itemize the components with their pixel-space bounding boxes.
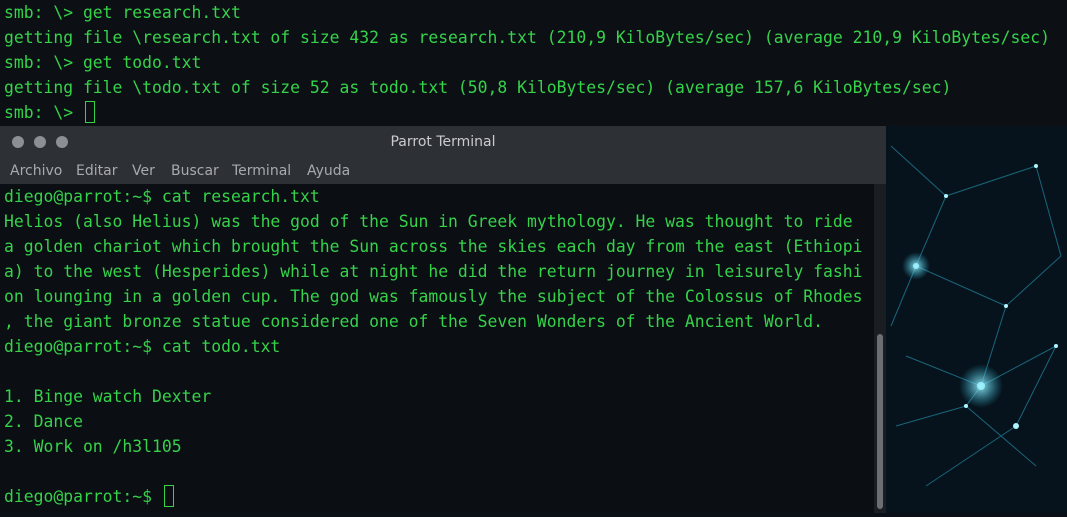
desktop-wallpaper — [886, 126, 1067, 513]
text-cursor — [163, 485, 174, 507]
terminal-line: diego@parrot:~$ cat research.txt — [4, 187, 320, 206]
terminal-line: 3. Work on /h3l105 — [4, 437, 182, 456]
terminal-line: a golden chariot which brought the Sun a… — [4, 237, 863, 256]
terminal-line: getting file \research.txt of size 432 a… — [4, 28, 1051, 47]
terminal-prompt-line: smb: \> — [4, 100, 95, 125]
menu-bar: Archivo Editar Ver Buscar Terminal Ayuda — [0, 158, 886, 184]
terminal-line: 1. Binge watch Dexter — [4, 387, 212, 406]
terminal-line: diego@parrot:~$ cat todo.txt — [4, 337, 281, 356]
menu-ayuda[interactable]: Ayuda — [307, 158, 350, 184]
terminal-line: a) to the west (Hesperides) while at nig… — [4, 262, 863, 281]
text-cursor — [84, 101, 95, 123]
menu-buscar[interactable]: Buscar — [171, 158, 219, 184]
window-titlebar[interactable]: Parrot Terminal — [0, 126, 886, 159]
terminal-line: smb: \> get research.txt — [4, 3, 241, 22]
terminal-prompt-line: diego@parrot:~$ — [4, 484, 174, 509]
vertical-scrollbar[interactable] — [874, 184, 886, 513]
scrollbar-thumb[interactable] — [877, 334, 883, 509]
terminal-line: getting file \todo.txt of size 52 as tod… — [4, 78, 952, 97]
network-graphic — [886, 126, 1067, 513]
terminal-window[interactable]: Parrot Terminal Archivo Editar Ver Busca… — [0, 126, 886, 513]
terminal-content[interactable]: diego@parrot:~$ cat research.txt Helios … — [0, 184, 874, 513]
terminal-line: , the giant bronze statue considered one… — [4, 312, 824, 331]
menu-ver[interactable]: Ver — [132, 158, 155, 184]
terminal-line: smb: \> get todo.txt — [4, 53, 202, 72]
menu-archivo[interactable]: Archivo — [10, 158, 62, 184]
menu-terminal[interactable]: Terminal — [232, 158, 291, 184]
prompt-text: diego@parrot:~$ — [4, 487, 162, 506]
terminal-line: on lounging in a golden cup. The god was… — [4, 287, 863, 306]
terminal-line: Helios (also Helius) was the god of the … — [4, 212, 853, 231]
menu-editar[interactable]: Editar — [76, 158, 117, 184]
terminal-line: 2. Dance — [4, 412, 83, 431]
prompt-text: smb: \> — [4, 103, 83, 122]
background-terminal[interactable]: smb: \> get research.txt getting file \r… — [0, 0, 1067, 130]
window-title: Parrot Terminal — [390, 134, 496, 150]
